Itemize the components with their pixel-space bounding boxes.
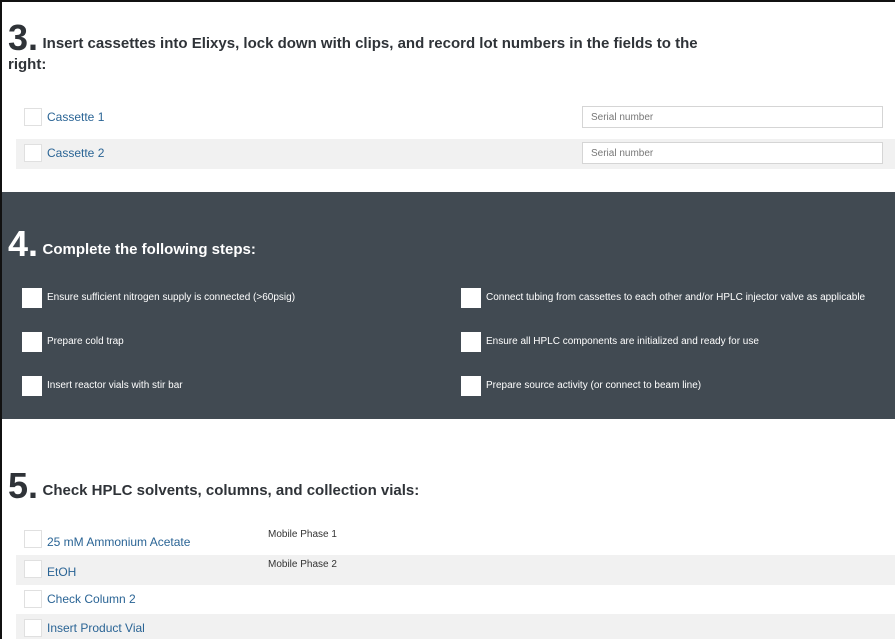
step-nitrogen-label: Ensure sufficient nitrogen supply is con… <box>47 292 296 303</box>
hplc-row-insert-product-vial: Insert Product Vial <box>16 614 895 639</box>
hplc-row-ammonium-acetate: 25 mM Ammonium Acetate Mobile Phase 1 <box>16 525 895 555</box>
section-4-heading: 4. Complete the following steps: <box>8 226 256 262</box>
checklist-page: 3. Insert cassettes into Elixys, lock do… <box>0 0 895 639</box>
step-tubing-checkbox[interactable] <box>461 288 481 308</box>
step-tubing-label: Connect tubing from cassettes to each ot… <box>486 292 866 303</box>
hplc-row-check-column-2: Check Column 2 <box>16 585 895 615</box>
ammonium-acetate-label[interactable]: 25 mM Ammonium Acetate <box>47 535 190 549</box>
cassette-2-serial-input[interactable] <box>582 142 883 164</box>
step-cold-trap-checkbox[interactable] <box>22 332 42 352</box>
cassette-row-1: Cassette 1 <box>16 103 895 133</box>
cassette-1-label[interactable]: Cassette 1 <box>47 110 104 124</box>
section-3-number: 3. <box>8 17 39 58</box>
cassette-2-checkbox[interactable] <box>24 144 42 162</box>
etoh-label[interactable]: EtOH <box>47 565 76 579</box>
section-4-title: Complete the following steps: <box>42 241 256 258</box>
cassette-1-serial-input[interactable] <box>582 106 883 128</box>
ammonium-acetate-checkbox[interactable] <box>24 530 42 548</box>
section-5-title: Check HPLC solvents, columns, and collec… <box>42 482 420 499</box>
insert-product-vial-label[interactable]: Insert Product Vial <box>47 621 145 635</box>
cassette-row-2: Cassette 2 <box>16 139 895 169</box>
insert-product-vial-checkbox[interactable] <box>24 619 42 637</box>
step-source-activity-checkbox[interactable] <box>461 376 481 396</box>
hplc-row-etoh: EtOH Mobile Phase 2 <box>16 555 895 585</box>
step-reactor-vials-label: Insert reactor vials with stir bar <box>47 380 183 391</box>
section-3-heading: 3. Insert cassettes into Elixys, lock do… <box>8 17 708 74</box>
step-source-activity-label: Prepare source activity (or connect to b… <box>486 380 702 391</box>
section-4-number: 4. <box>8 223 39 264</box>
step-cold-trap-label: Prepare cold trap <box>47 336 124 347</box>
mobile-phase-2-note: Mobile Phase 2 <box>268 559 337 570</box>
check-column-2-label[interactable]: Check Column 2 <box>47 592 136 606</box>
step-hplc-init-label: Ensure all HPLC components are initializ… <box>486 336 759 347</box>
cassette-1-checkbox[interactable] <box>24 108 42 126</box>
cassette-2-label[interactable]: Cassette 2 <box>47 146 104 160</box>
check-column-2-checkbox[interactable] <box>24 590 42 608</box>
mobile-phase-1-note: Mobile Phase 1 <box>268 529 337 540</box>
section-5-heading: 5. Check HPLC solvents, columns, and col… <box>8 468 419 504</box>
etoh-checkbox[interactable] <box>24 560 42 578</box>
step-hplc-init-checkbox[interactable] <box>461 332 481 352</box>
section-5-number: 5. <box>8 465 39 506</box>
step-nitrogen-checkbox[interactable] <box>22 288 42 308</box>
section-3-title: Insert cassettes into Elixys, lock down … <box>8 35 698 73</box>
section-4-panel: 4. Complete the following steps: Ensure … <box>2 192 895 419</box>
step-reactor-vials-checkbox[interactable] <box>22 376 42 396</box>
